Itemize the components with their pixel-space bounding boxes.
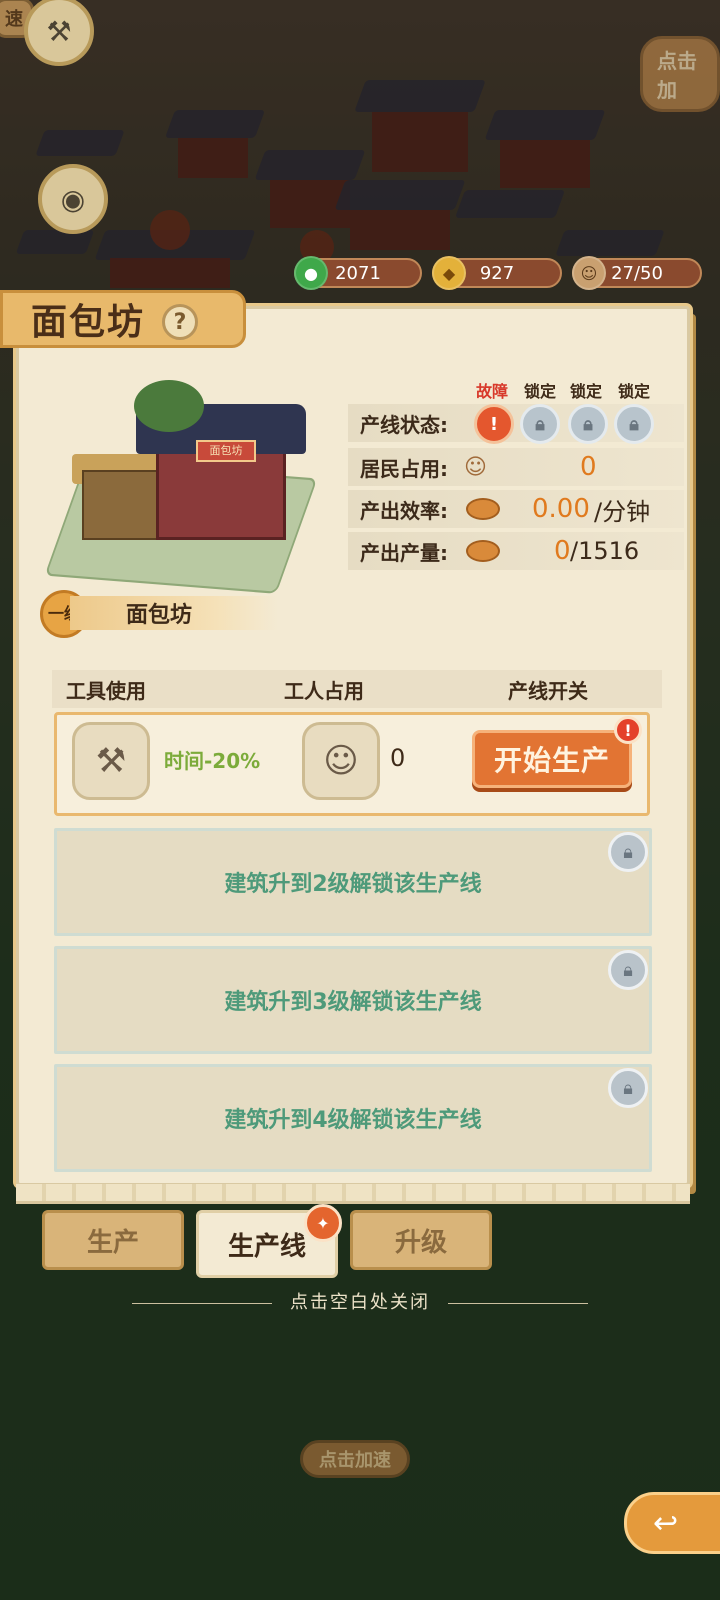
building-name: 面包坊 xyxy=(126,603,193,628)
bread-icon xyxy=(466,540,500,562)
bread-icon xyxy=(466,498,500,520)
bakery-building-image: 面包坊 xyxy=(44,380,318,600)
alert-icon: ! xyxy=(614,716,642,744)
worker-icon: ☺ xyxy=(572,256,606,290)
back-arrow-icon: ↩ xyxy=(653,1505,679,1541)
stat-line-status-label: 产线状态: xyxy=(360,412,448,437)
header-tool: 工具使用 xyxy=(66,678,146,703)
back-button[interactable]: ↩ xyxy=(624,1492,720,1554)
stat-output-total: /1516 xyxy=(570,537,640,565)
tab-upgrade[interactable]: 升级 xyxy=(350,1210,492,1270)
close-hint[interactable]: 点击空白处关闭 xyxy=(0,1288,720,1314)
stat-efficiency: 产出效率: 0.00 /分钟 xyxy=(348,490,684,528)
lock-icon[interactable]: 🔒︎ xyxy=(568,404,608,444)
resource-workers: ☺ 27/50 xyxy=(572,256,702,290)
stat-efficiency-label: 产出效率: xyxy=(360,498,448,523)
stat-residents: 居民占用: ☺ 0 xyxy=(348,448,684,486)
tool-slot[interactable]: ⚒ xyxy=(72,722,150,800)
resident-icon: ☺ xyxy=(464,454,487,480)
stat-residents-label: 居民占用: xyxy=(360,456,448,481)
speed-up-button[interactable]: 点击加速 xyxy=(300,1440,410,1478)
line-status-locked-label: 锁定 xyxy=(570,382,603,401)
resource-copper: ◆ 927 xyxy=(432,256,562,290)
header-worker: 工人占用 xyxy=(284,678,364,703)
locked-line-4: 建筑升到4级解锁该生产线 xyxy=(54,1064,652,1172)
map-speedup-hint[interactable]: 点击加 xyxy=(640,36,720,112)
locked-line-2: 建筑升到2级解锁该生产线 xyxy=(54,828,652,936)
locked-line-3: 建筑升到3级解锁该生产线 xyxy=(54,946,652,1054)
production-header: 工具使用 工人占用 产线开关 xyxy=(52,670,662,708)
resource-workers-value: 27/50 xyxy=(611,262,663,284)
jade-coin-icon: ● xyxy=(294,256,328,290)
coin-pin-icon[interactable]: ◉ xyxy=(38,164,108,234)
tool-icon: ⚒ xyxy=(95,741,127,781)
stat-output-current: 0 xyxy=(554,536,571,566)
panel-border-decoration xyxy=(16,1184,690,1204)
help-button[interactable]: ? xyxy=(162,304,198,340)
title-banner: 面包坊 xyxy=(0,290,246,348)
tab-badge-icon: ✦ xyxy=(304,1204,342,1242)
lock-icon[interactable]: 🔒︎ xyxy=(614,404,654,444)
tab-production[interactable]: 生产 xyxy=(42,1210,184,1270)
locked-line-text: 建筑升到3级解锁该生产线 xyxy=(224,990,482,1015)
stat-efficiency-unit: /分钟 xyxy=(594,497,651,526)
worker-count: 0 xyxy=(390,744,406,772)
worker-icon: ☺ xyxy=(323,741,359,781)
worker-slot[interactable]: ☺ xyxy=(302,722,380,800)
stat-efficiency-value: 0.00 xyxy=(532,494,590,524)
copper-coin-icon: ◆ xyxy=(432,256,466,290)
stat-output-label: 产出产量: xyxy=(360,540,448,565)
header-switch: 产线开关 xyxy=(508,678,588,703)
resource-jade-value: 2071 xyxy=(335,262,381,284)
shop-sign: 面包坊 xyxy=(196,440,256,462)
building-name-strip: 面包坊 xyxy=(70,596,278,630)
line-status-fault-label: 故障 xyxy=(476,382,509,401)
locked-line-text: 建筑升到2级解锁该生产线 xyxy=(224,872,482,897)
lock-icon[interactable]: 🔒︎ xyxy=(608,950,648,990)
resource-copper-value: 927 xyxy=(479,262,515,284)
start-production-button[interactable]: 开始生产 xyxy=(472,730,632,788)
lock-icon[interactable]: 🔒︎ xyxy=(520,404,560,444)
stat-output: 产出产量: 0 /1516 xyxy=(348,532,684,570)
line-status-locked-label: 锁定 xyxy=(618,382,651,401)
tool-time-bonus: 时间-20% xyxy=(164,749,261,773)
locked-line-text: 建筑升到4级解锁该生产线 xyxy=(224,1108,482,1133)
line-status-locked-label: 锁定 xyxy=(524,382,557,401)
lock-icon[interactable]: 🔒︎ xyxy=(608,832,648,872)
lock-icon[interactable]: 🔒︎ xyxy=(608,1068,648,1108)
line-fault-icon[interactable]: ! xyxy=(474,404,514,444)
stat-residents-value: 0 xyxy=(580,452,597,482)
resource-jade: ● 2071 xyxy=(294,256,422,290)
page-title: 面包坊 xyxy=(31,302,146,343)
